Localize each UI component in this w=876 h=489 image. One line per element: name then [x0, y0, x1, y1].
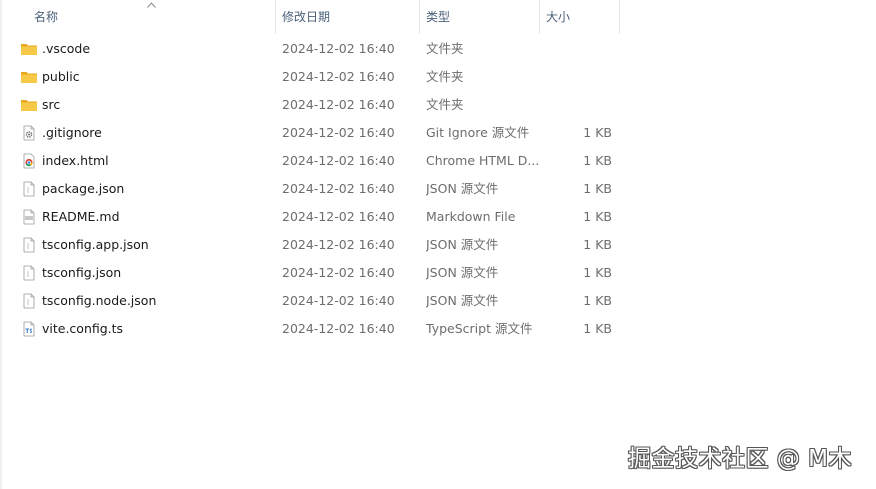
- folder-icon: [20, 69, 38, 85]
- column-header-bar: 名称 修改日期 类型 大小: [0, 0, 620, 34]
- text-file-icon: [20, 293, 38, 309]
- typescript-file-icon: [20, 321, 38, 337]
- column-header-date[interactable]: 修改日期: [276, 0, 420, 34]
- text-file-icon: [20, 237, 38, 253]
- folder-icon: [20, 41, 38, 57]
- file-type: JSON 源文件: [426, 181, 499, 196]
- file-type: JSON 源文件: [426, 265, 499, 280]
- file-modified-date: 2024-12-02 16:40: [282, 293, 395, 308]
- file-row[interactable]: .gitignore 2024-12-02 16:40 Git Ignore 源文件…: [0, 119, 620, 147]
- file-modified-date: 2024-12-02 16:40: [282, 209, 395, 224]
- file-row[interactable]: vite.config.ts 2024-12-02 16:40 TypeScript…: [0, 315, 620, 343]
- column-header-name[interactable]: 名称: [26, 0, 276, 34]
- file-row[interactable]: README.md 2024-12-02 16:40 Markdown File 1 …: [0, 203, 620, 231]
- file-row[interactable]: tsconfig.json 2024-12-02 16:40 JSON 源文件 1 K…: [0, 259, 620, 287]
- file-type: TypeScript 源文件: [426, 321, 533, 336]
- file-name: vite.config.ts: [42, 321, 124, 336]
- file-size: 1 KB: [583, 265, 612, 280]
- file-size: [540, 35, 612, 63]
- file-modified-date: 2024-12-02 16:40: [282, 265, 395, 280]
- file-name: index.html: [42, 153, 109, 168]
- file-name: tsconfig.app.json: [42, 237, 149, 252]
- file-row[interactable]: package.json 2024-12-02 16:40 JSON 源文件 1 KB: [0, 175, 620, 203]
- file-row[interactable]: src 2024-12-02 16:40 文件夹: [0, 91, 620, 119]
- text-file-icon: [20, 181, 38, 197]
- file-list: .vscode 2024-12-02 16:40 文件夹 public 2024-12…: [0, 35, 620, 343]
- file-modified-date: 2024-12-02 16:40: [282, 237, 395, 252]
- file-name: tsconfig.node.json: [42, 293, 157, 308]
- file-type: JSON 源文件: [426, 237, 499, 252]
- column-header-type[interactable]: 类型: [420, 0, 540, 34]
- file-modified-date: 2024-12-02 16:40: [282, 97, 395, 112]
- file-name: .gitignore: [42, 125, 102, 140]
- file-type: 文件夹: [426, 41, 464, 56]
- file-size: [540, 91, 612, 119]
- file-name: public: [42, 69, 80, 84]
- file-name: .vscode: [42, 41, 91, 56]
- file-name: package.json: [42, 181, 125, 196]
- file-size: 1 KB: [583, 293, 612, 308]
- file-type: Git Ignore 源文件: [426, 125, 530, 140]
- column-header-size[interactable]: 大小: [540, 0, 620, 34]
- file-row[interactable]: public 2024-12-02 16:40 文件夹: [0, 63, 620, 91]
- file-type: 文件夹: [426, 97, 464, 112]
- file-row[interactable]: .vscode 2024-12-02 16:40 文件夹: [0, 35, 620, 63]
- file-size: 1 KB: [583, 321, 612, 336]
- file-size: 1 KB: [583, 181, 612, 196]
- file-size: [540, 63, 612, 91]
- file-modified-date: 2024-12-02 16:40: [282, 41, 395, 56]
- gear-file-icon: [20, 125, 38, 141]
- markdown-file-icon: [20, 209, 38, 225]
- file-modified-date: 2024-12-02 16:40: [282, 321, 395, 336]
- file-type: 文件夹: [426, 69, 464, 84]
- file-size: 1 KB: [583, 125, 612, 140]
- file-size: 1 KB: [583, 209, 612, 224]
- file-modified-date: 2024-12-02 16:40: [282, 125, 395, 140]
- file-row[interactable]: tsconfig.app.json 2024-12-02 16:40 JSON 源文…: [0, 231, 620, 259]
- folder-icon: [20, 97, 38, 113]
- file-type: Markdown File: [426, 209, 516, 224]
- file-size: 1 KB: [583, 153, 612, 168]
- file-name: README.md: [42, 209, 120, 224]
- watermark: 掘金技术社区 @ M木: [628, 446, 852, 472]
- chrome-file-icon: [20, 153, 38, 169]
- file-modified-date: 2024-12-02 16:40: [282, 181, 395, 196]
- file-modified-date: 2024-12-02 16:40: [282, 69, 395, 84]
- file-type: Chrome HTML D...: [426, 153, 538, 168]
- file-size: 1 KB: [583, 237, 612, 252]
- file-type: JSON 源文件: [426, 293, 499, 308]
- text-file-icon: [20, 265, 38, 281]
- file-explorer: 名称 修改日期 类型 大小 .vscode 2024-12-02 16:40 文件夹…: [0, 0, 876, 489]
- file-modified-date: 2024-12-02 16:40: [282, 153, 395, 168]
- file-row[interactable]: tsconfig.node.json 2024-12-02 16:40 JSON 源…: [0, 287, 620, 315]
- file-name: tsconfig.json: [42, 265, 122, 280]
- file-row[interactable]: index.html 2024-12-02 16:40 Chrome HTML D.…: [0, 147, 620, 175]
- file-name: src: [42, 97, 61, 112]
